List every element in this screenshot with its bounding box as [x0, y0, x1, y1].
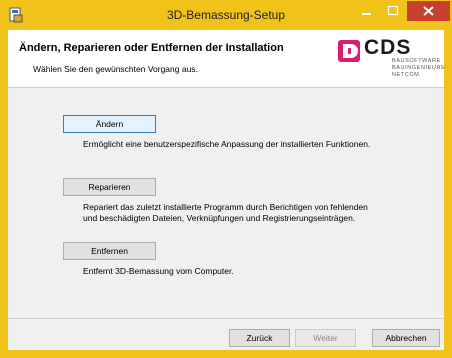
maximize-button[interactable]	[380, 1, 406, 21]
change-description: Ermöglicht eine benutzerspezifische Anpa…	[83, 139, 371, 149]
close-button[interactable]	[407, 1, 450, 21]
logo-tagline: NETCOM	[392, 72, 420, 78]
cancel-button[interactable]: Abbrechen	[372, 329, 440, 347]
change-button[interactable]: Ändern	[63, 115, 156, 133]
close-icon	[423, 6, 434, 16]
footer-divider	[8, 318, 444, 319]
header-title: Ändern, Reparieren oder Entfernen der In…	[19, 42, 284, 54]
maximize-icon	[387, 5, 399, 16]
remove-button[interactable]: Entfernen	[63, 242, 156, 260]
header-subtitle: Wählen Sie den gewünschten Vorgang aus.	[33, 64, 198, 74]
logo-tagline: BAUSOFTWARE	[392, 58, 441, 64]
minimize-button[interactable]	[354, 1, 380, 21]
next-button[interactable]: Weiter	[295, 329, 356, 347]
logo-brand: CDS	[364, 36, 412, 59]
dialog-body: Ändern, Reparieren oder Entfernen der In…	[8, 30, 446, 350]
cds-logo: CDS BAUSOFTWARE BAUINGENIEURE NETCOM	[338, 36, 446, 84]
back-button[interactable]: Zurück	[229, 329, 290, 347]
remove-description: Entfernt 3D-Bemassung vom Computer.	[83, 266, 234, 276]
cds-logo-mark-icon	[338, 40, 360, 62]
setup-window: 3D-Bemassung-Setup Ändern, Reparieren od…	[0, 0, 452, 358]
logo-tagline: BAUINGENIEURE	[392, 65, 446, 71]
minimize-icon	[362, 13, 371, 15]
title-bar[interactable]: 3D-Bemassung-Setup	[0, 0, 452, 30]
repair-description-line-2: und beschädigten Dateien, Verknüpfungen …	[83, 213, 356, 223]
repair-description-line-1: Repariert das zuletzt installierte Progr…	[83, 202, 368, 212]
repair-button[interactable]: Reparieren	[63, 178, 156, 196]
dialog-header: Ändern, Reparieren oder Entfernen der In…	[8, 30, 446, 88]
